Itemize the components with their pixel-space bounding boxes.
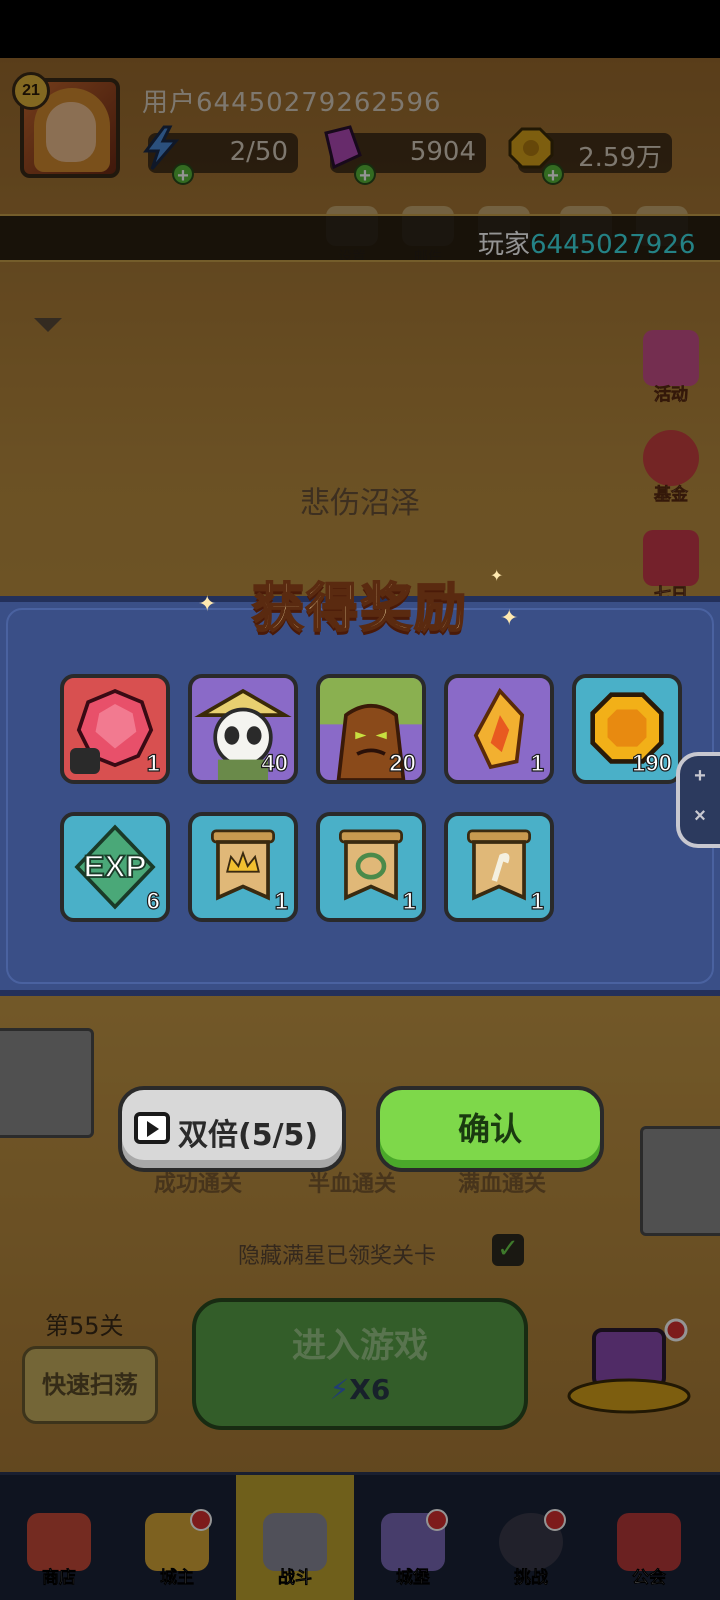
sparkle-icon: ✦ [198,592,217,617]
exp-text: EXP [83,848,146,884]
double-reward-button[interactable]: 双倍(5/5) [118,1086,346,1172]
item-count: 1 [530,887,545,915]
item-count: 1 [274,887,289,915]
reward-item[interactable]: 1 [188,812,298,922]
item-count: 6 [146,887,161,915]
item-count: 1 [146,749,161,777]
item-count: 190 [631,749,672,777]
reward-item[interactable]: 190 [572,674,682,784]
expand-icon[interactable]: + [680,756,720,796]
sparkle-icon: ✦ [500,606,519,631]
reward-item[interactable]: 1 [60,674,170,784]
double-reward-label: 双倍(5/5) [178,1118,319,1153]
item-count: 1 [530,749,545,777]
confirm-label: 确认 [457,1110,522,1148]
item-count: 1 [402,887,417,915]
sparkle-icon: ✦ [490,566,504,585]
close-icon[interactable]: × [680,796,720,836]
reward-panel [0,596,720,996]
reward-title: 获得奖励 [251,578,468,640]
reward-item[interactable]: EXP 6 [60,812,170,922]
item-count: 20 [389,749,417,777]
reward-item[interactable]: 40 [188,674,298,784]
reward-item[interactable]: 20 [316,674,426,784]
reward-item[interactable]: 1 [444,812,554,922]
confirm-button[interactable]: 确认 [376,1086,604,1172]
reward-title-wrap: 获得奖励 [0,566,720,641]
boot-icon [70,748,100,774]
item-count: 40 [261,749,289,777]
floating-side-control[interactable]: + × [676,752,720,848]
reward-item[interactable]: 1 [316,812,426,922]
video-ad-icon [134,1112,170,1144]
reward-panel-inner [6,608,714,984]
reward-item[interactable]: 1 [444,674,554,784]
